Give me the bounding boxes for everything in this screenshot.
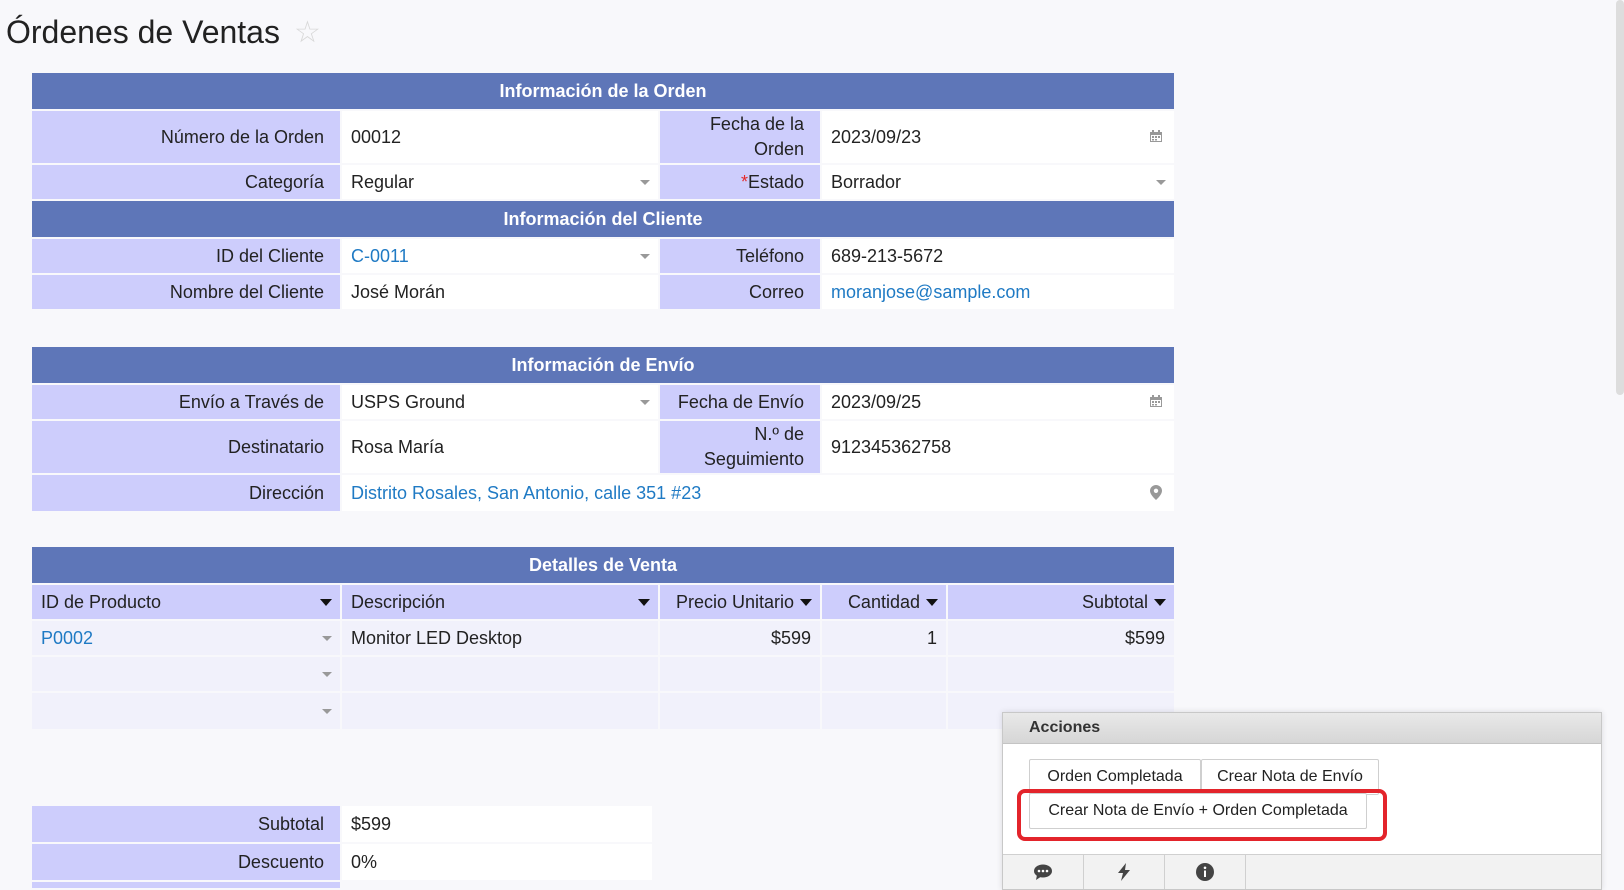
lightning-icon [1118, 863, 1130, 881]
sort-caret-icon[interactable] [638, 599, 650, 606]
calendar-icon[interactable] [1150, 130, 1162, 142]
subtotal-field: $599 [342, 806, 652, 842]
status-label: * Estado [660, 165, 820, 199]
table-cell-empty[interactable] [342, 693, 658, 729]
category-label: Categoría [32, 165, 340, 199]
column-header-quantity[interactable]: Cantidad [822, 585, 946, 619]
order-date-field[interactable]: 2023/09/23 [822, 111, 1174, 163]
tracking-label: N.º de Seguimiento [660, 421, 820, 473]
order-number-field[interactable]: 00012 [342, 111, 658, 163]
order-info-header: Información de la Orden [32, 73, 1174, 109]
chevron-down-icon [322, 672, 332, 677]
sales-details-header: Detalles de Venta [32, 547, 1174, 583]
comment-icon [1034, 864, 1052, 880]
column-header-product-id[interactable]: ID de Producto [32, 585, 340, 619]
status-select[interactable]: Borrador [822, 165, 1174, 199]
chevron-down-icon [640, 254, 650, 259]
customer-name-label: Nombre del Cliente [32, 275, 340, 309]
address-label: Dirección [32, 475, 340, 511]
subtotal-label: Subtotal [32, 806, 340, 842]
calendar-icon[interactable] [1150, 395, 1162, 407]
ship-via-select[interactable]: USPS Ground [342, 385, 658, 419]
page-title: Órdenes de Ventas ☆ [6, 14, 321, 51]
table-cell-unit-price[interactable]: $599 [660, 621, 820, 655]
table-cell-subtotal[interactable]: $599 [948, 621, 1174, 655]
order-number-label: Número de la Orden [32, 111, 340, 163]
customer-name-field[interactable]: José Morán [342, 275, 658, 309]
chevron-down-icon [322, 709, 332, 714]
table-cell-empty[interactable] [822, 657, 946, 691]
phone-field[interactable]: 689-213-5672 [822, 239, 1174, 273]
table-cell-empty[interactable] [822, 693, 946, 729]
required-asterisk: * [740, 171, 748, 192]
info-icon [1196, 863, 1214, 881]
ship-date-label: Fecha de Envío [660, 385, 820, 419]
sort-caret-icon[interactable] [800, 599, 812, 606]
table-cell-product-id-empty[interactable] [32, 693, 340, 729]
phone-label: Teléfono [660, 239, 820, 273]
category-select[interactable]: Regular [342, 165, 658, 199]
sort-caret-icon[interactable] [1154, 599, 1166, 606]
vertical-scrollbar[interactable] [1616, 0, 1624, 395]
ship-via-label: Envío a Través de [32, 385, 340, 419]
customer-info-header: Información del Cliente [32, 201, 1174, 237]
tracking-field[interactable]: 912345362758 [822, 421, 1174, 473]
table-cell-empty[interactable] [660, 657, 820, 691]
email-label: Correo [660, 275, 820, 309]
map-pin-icon[interactable] [1150, 485, 1162, 500]
customer-id-select[interactable]: C-0011 [342, 239, 658, 273]
table-cell-product-id[interactable]: P0002 [32, 621, 340, 655]
table-cell-empty[interactable] [948, 657, 1174, 691]
table-cell-empty[interactable] [660, 693, 820, 729]
chevron-down-icon [640, 400, 650, 405]
discount-field[interactable]: 0% [342, 844, 652, 880]
table-cell-description[interactable]: Monitor LED Desktop [342, 621, 658, 655]
table-cell-product-id-empty[interactable] [32, 657, 340, 691]
chevron-down-icon [322, 636, 332, 641]
customer-id-label: ID del Cliente [32, 239, 340, 273]
automation-button[interactable] [1084, 855, 1165, 889]
ship-date-field[interactable]: 2023/09/25 [822, 385, 1174, 419]
order-date-label: Fecha de la Orden [660, 111, 820, 163]
highlight-box [1017, 789, 1387, 841]
chevron-down-icon [1156, 180, 1166, 185]
recipient-field[interactable]: Rosa María [342, 421, 658, 473]
actions-panel: Acciones Orden Completada Crear Nota de … [1002, 712, 1602, 890]
star-icon[interactable]: ☆ [294, 17, 321, 48]
info-button[interactable] [1165, 855, 1246, 889]
table-cell-quantity[interactable]: 1 [822, 621, 946, 655]
address-field[interactable]: Distrito Rosales, San Antonio, calle 351… [342, 475, 1174, 511]
table-cell-empty[interactable] [342, 657, 658, 691]
next-row-label [32, 882, 340, 888]
recipient-label: Destinatario [32, 421, 340, 473]
column-header-unit-price[interactable]: Precio Unitario [660, 585, 820, 619]
chevron-down-icon [640, 180, 650, 185]
actions-header: Acciones [1003, 713, 1601, 744]
email-field[interactable]: moranjose@sample.com [822, 275, 1174, 309]
shipping-info-header: Información de Envío [32, 347, 1174, 383]
column-header-subtotal[interactable]: Subtotal [948, 585, 1174, 619]
sort-caret-icon[interactable] [320, 599, 332, 606]
comment-button[interactable] [1003, 855, 1084, 889]
discount-label: Descuento [32, 844, 340, 880]
actions-footer [1003, 854, 1601, 889]
column-header-description[interactable]: Descripción [342, 585, 658, 619]
sort-caret-icon[interactable] [926, 599, 938, 606]
page-title-text: Órdenes de Ventas [6, 14, 280, 50]
